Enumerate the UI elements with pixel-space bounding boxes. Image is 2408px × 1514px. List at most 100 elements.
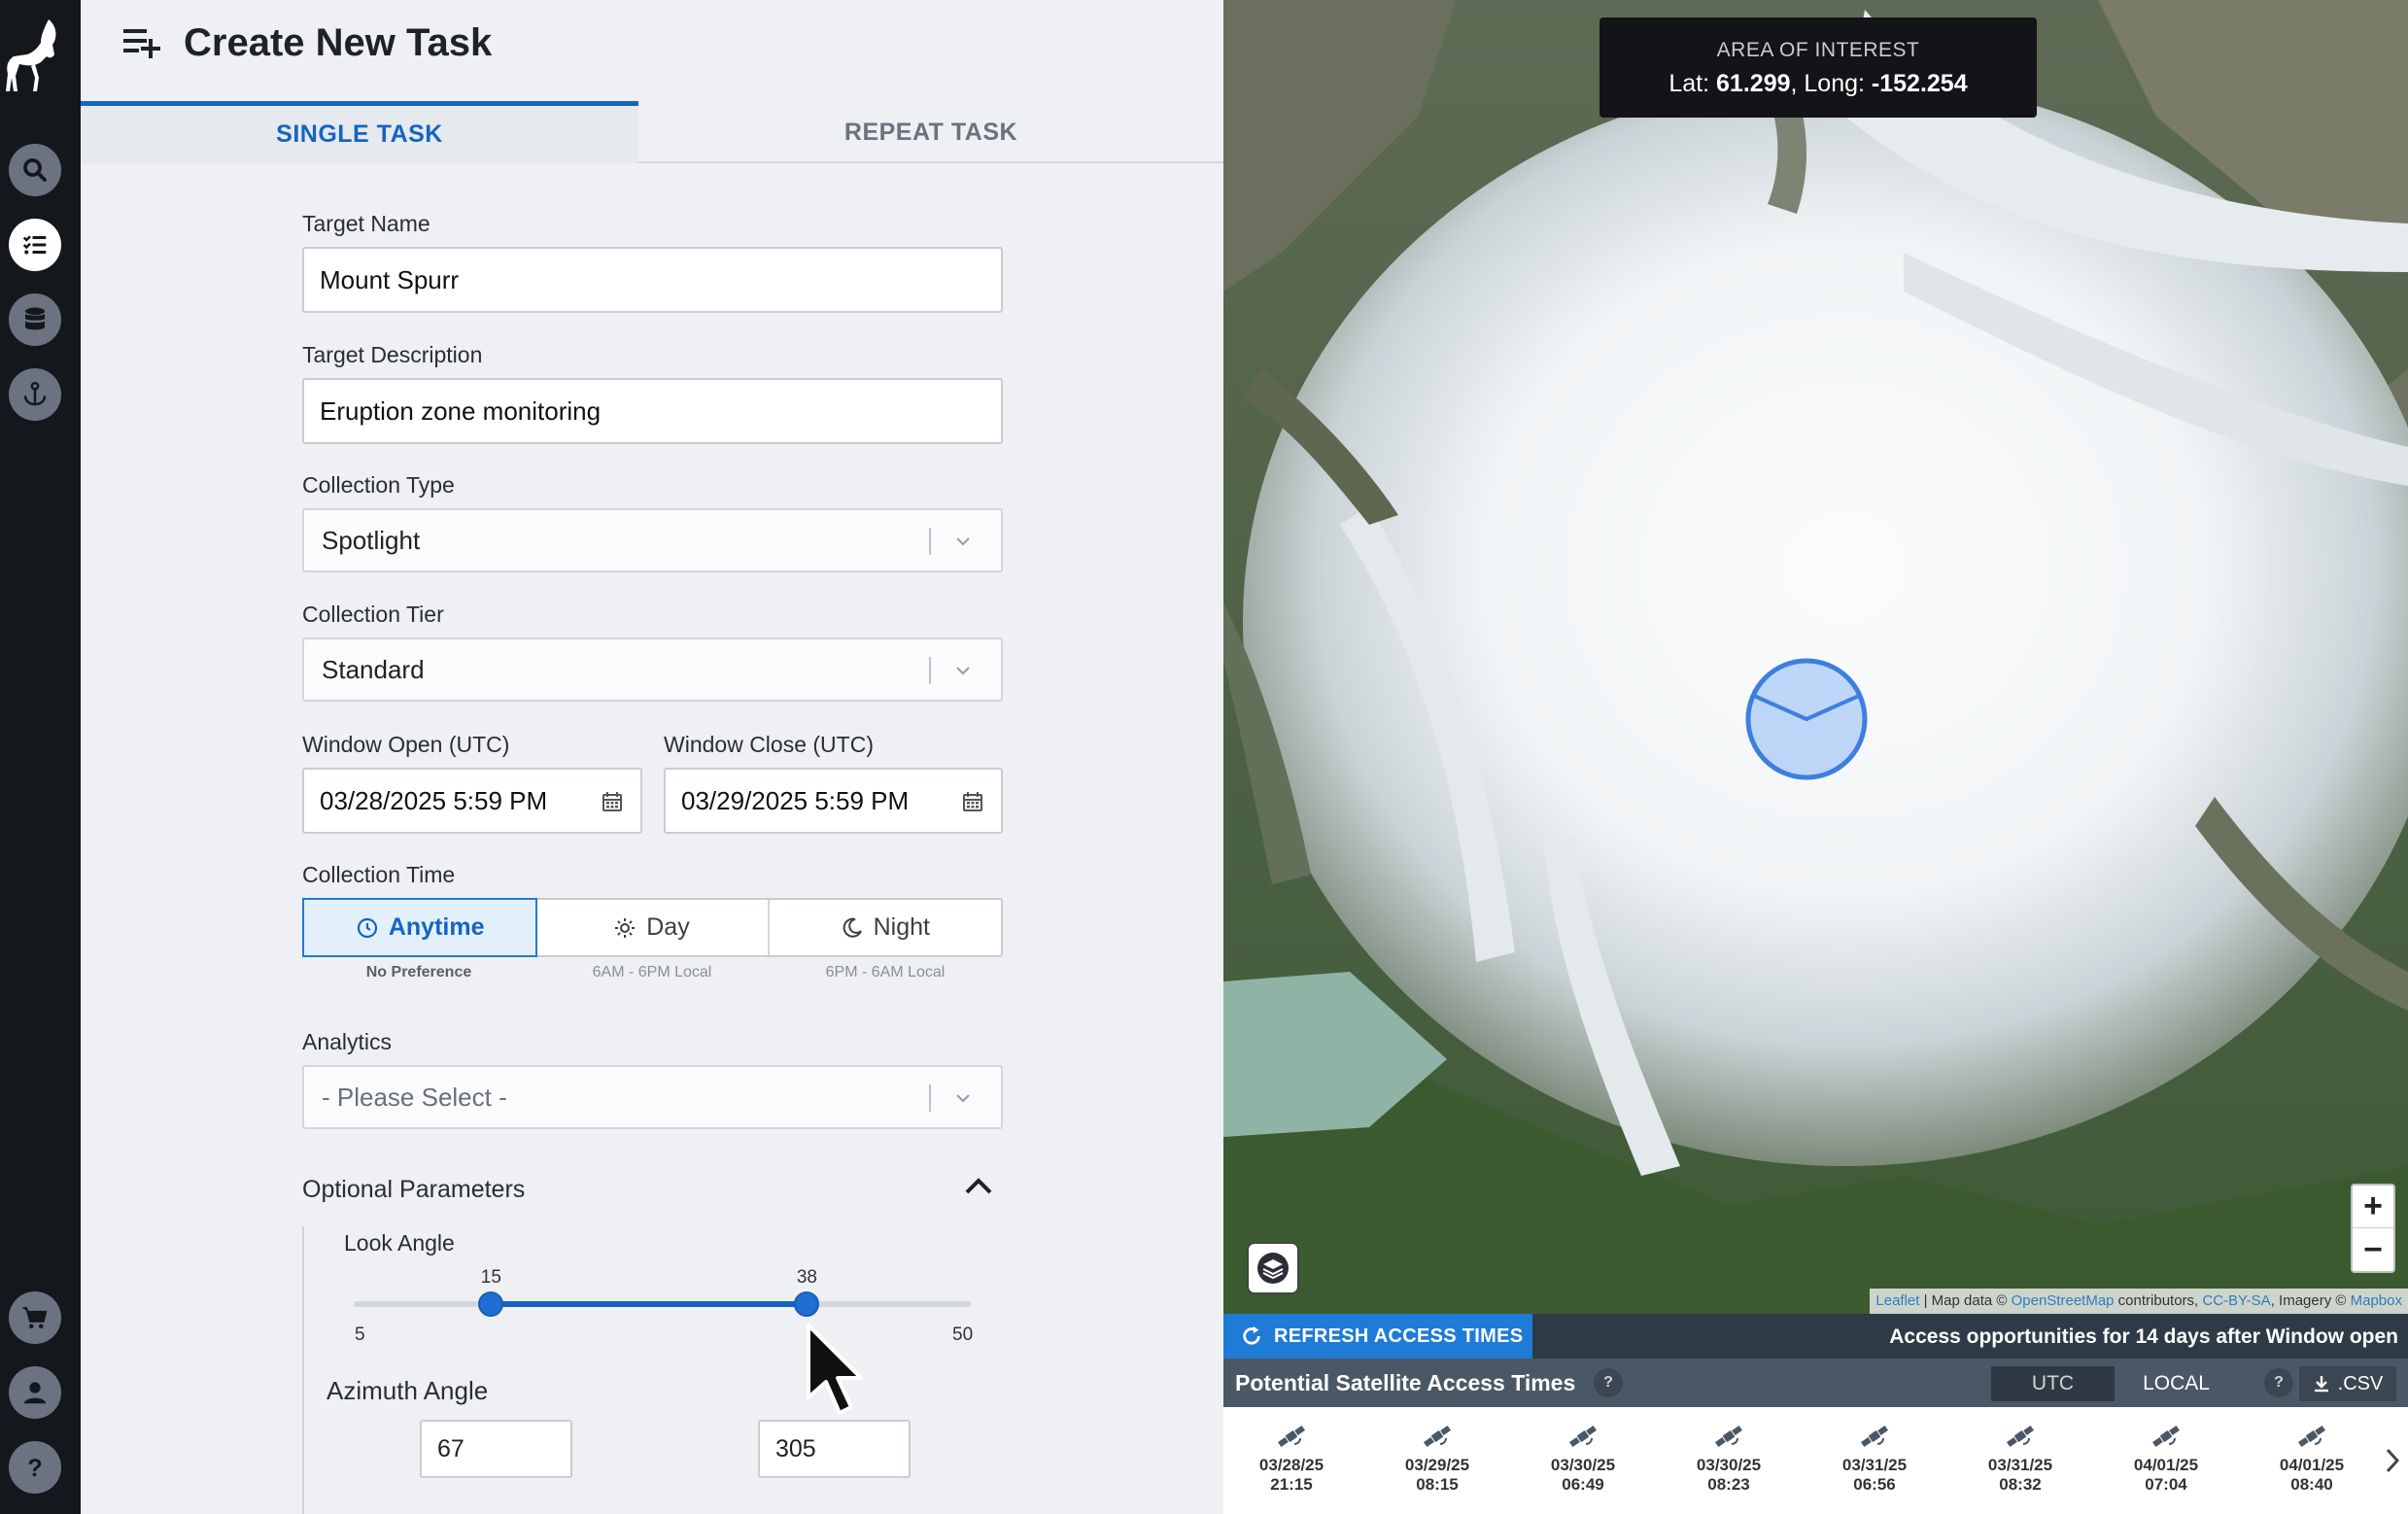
access-date: 04/01/25 [2279,1456,2345,1474]
select-separator [929,657,931,684]
zoom-control: + − [2351,1184,2395,1273]
aoi-coordinates: Lat: 61.299, Long: -152.254 [1600,70,2037,98]
download-icon [2314,1376,2328,1393]
collection-type-select[interactable]: Spotlight [302,508,1003,572]
chevron-down-icon [956,1094,970,1103]
collection-time-anytime[interactable]: Anytime [302,898,538,957]
long-value: -152.254 [1871,70,1968,97]
refresh-access-times-button[interactable]: REFRESH ACCESS TIMES [1223,1314,1532,1359]
target-description-input[interactable]: Eruption zone monitoring [302,378,1003,444]
task-tabs: SINGLE TASK REPEAT TASK [81,101,1223,163]
access-title: Potential Satellite Access Times [1235,1370,1576,1395]
access-time-item[interactable]: 03/31/25 06:56 [1826,1421,1923,1495]
add-list-icon [123,29,160,58]
look-angle-slider-fill [491,1301,808,1307]
collection-time-night[interactable]: Night [770,900,1001,955]
day-label: Day [646,913,690,941]
layers-button[interactable] [1247,1242,1299,1294]
csv-download-button[interactable]: .CSV [2299,1366,2396,1401]
access-time-item[interactable]: 03/30/25 06:49 [1534,1421,1632,1495]
tab-repeat-task[interactable]: REPEAT TASK [638,101,1223,163]
look-angle-label: Look Angle [344,1230,455,1256]
window-close-input[interactable]: 03/29/2025 5:59 PM [664,768,1003,834]
tz-utc-button[interactable]: UTC [1991,1366,2115,1401]
tab-single-task[interactable]: SINGLE TASK [81,101,638,163]
azimuth-angle-label: Azimuth Angle [327,1376,489,1405]
access-time-item[interactable]: 04/01/25 07:04 [2117,1421,2215,1495]
access-date: 03/30/25 [1550,1456,1616,1474]
satellite-icon [1860,1425,1889,1448]
analytics-select[interactable]: - Please Select - [302,1065,1003,1129]
rail-cart-button[interactable] [9,1291,61,1344]
task-list-icon [22,235,47,255]
satellite-icon [1568,1425,1598,1448]
svg-text:?: ? [27,1455,42,1482]
look-angle-slider[interactable] [354,1291,972,1317]
calendar-icon[interactable] [962,791,983,812]
chevron-right-icon[interactable] [2381,1446,2404,1475]
look-angle-min-handle[interactable] [478,1291,504,1317]
chevron-down-icon [956,537,970,546]
look-angle-range-min: 5 [355,1325,365,1345]
azimuth-to-input[interactable]: 305 [758,1420,911,1478]
day-sub-label: 6AM - 6PM Local [592,964,712,981]
access-header: Potential Satellite Access Times ? UTC L… [1223,1359,2408,1407]
timezone-toggle: UTC LOCAL [1991,1366,2238,1401]
access-help-button[interactable]: ? [1594,1368,1623,1397]
timezone-help-button[interactable]: ? [2264,1368,2293,1397]
window-open-input[interactable]: 03/28/2025 5:59 PM [302,768,642,834]
refresh-label: REFRESH ACCESS TIMES [1274,1325,1524,1347]
area-of-interest-marker-icon[interactable] [1744,657,1869,781]
csv-label: .CSV [2337,1372,2384,1394]
rail-help-button[interactable]: ? [9,1441,61,1494]
attribution-text: | Map data © [1919,1292,2012,1309]
rail-profile-button[interactable] [9,1366,61,1419]
create-task-panel: Create New Task SINGLE TASK REPEAT TASK … [81,0,1223,1514]
leaflet-link[interactable]: Leaflet [1875,1292,1919,1309]
collection-time-day[interactable]: Day [535,900,770,955]
rail-tasks-button[interactable] [9,219,61,271]
access-time-item[interactable]: 03/28/25 21:15 [1243,1421,1340,1495]
cart-icon [22,1307,48,1328]
access-time: 08:15 [1416,1475,1459,1494]
access-date: 03/30/25 [1696,1456,1762,1474]
rail-search-button[interactable] [9,144,61,196]
map-attribution: Leaflet | Map data © OpenStreetMap contr… [1870,1289,2408,1314]
chevron-up-icon[interactable] [963,1175,994,1198]
target-description-label: Target Description [302,342,483,367]
area-of-interest-box: AREA OF INTEREST Lat: 61.299, Long: -152… [1600,17,2037,118]
mapbox-link[interactable]: Mapbox [2351,1292,2402,1309]
osm-link[interactable]: OpenStreetMap [2012,1292,2115,1309]
access-date: 03/31/25 [1841,1456,1908,1474]
target-name-input[interactable]: Mount Spurr [302,247,1003,313]
look-angle-max-handle[interactable] [794,1291,820,1317]
access-date: 03/31/25 [1987,1456,2053,1474]
access-time-item[interactable]: 03/29/25 08:15 [1389,1421,1486,1495]
collection-tier-select[interactable]: Standard [302,637,1003,702]
optional-parameters-title[interactable]: Optional Parameters [302,1176,525,1204]
calendar-icon[interactable] [602,791,623,812]
target-name-label: Target Name [302,211,430,236]
rail-anchor-button[interactable] [9,368,61,421]
map-view[interactable]: AREA OF INTEREST Lat: 61.299, Long: -152… [1223,0,2408,1314]
user-icon [23,1382,47,1404]
license-link[interactable]: CC-BY-SA [2202,1292,2270,1309]
select-separator [929,1084,931,1112]
collection-type-label: Collection Type [302,472,455,498]
ibex-logo-icon [6,19,56,91]
azimuth-from-input[interactable]: 67 [420,1420,572,1478]
window-open-value: 03/28/2025 5:59 PM [320,786,548,815]
night-sub-label: 6PM - 6AM Local [825,964,946,981]
access-time: 06:49 [1562,1475,1604,1494]
access-time-item[interactable]: 03/31/25 08:32 [1972,1421,2069,1495]
tz-local-button[interactable]: LOCAL [2115,1366,2238,1401]
moon-icon [843,917,862,938]
night-label: Night [873,913,930,941]
zoom-out-button[interactable]: − [2353,1228,2393,1271]
access-time-item[interactable]: 03/30/25 08:23 [1680,1421,1777,1495]
access-time-item[interactable]: 04/01/25 08:40 [2263,1421,2360,1495]
layers-icon [1257,1253,1289,1284]
zoom-in-button[interactable]: + [2353,1186,2393,1228]
rail-database-button[interactable] [9,293,61,346]
look-angle-min-value: 15 [480,1267,501,1288]
